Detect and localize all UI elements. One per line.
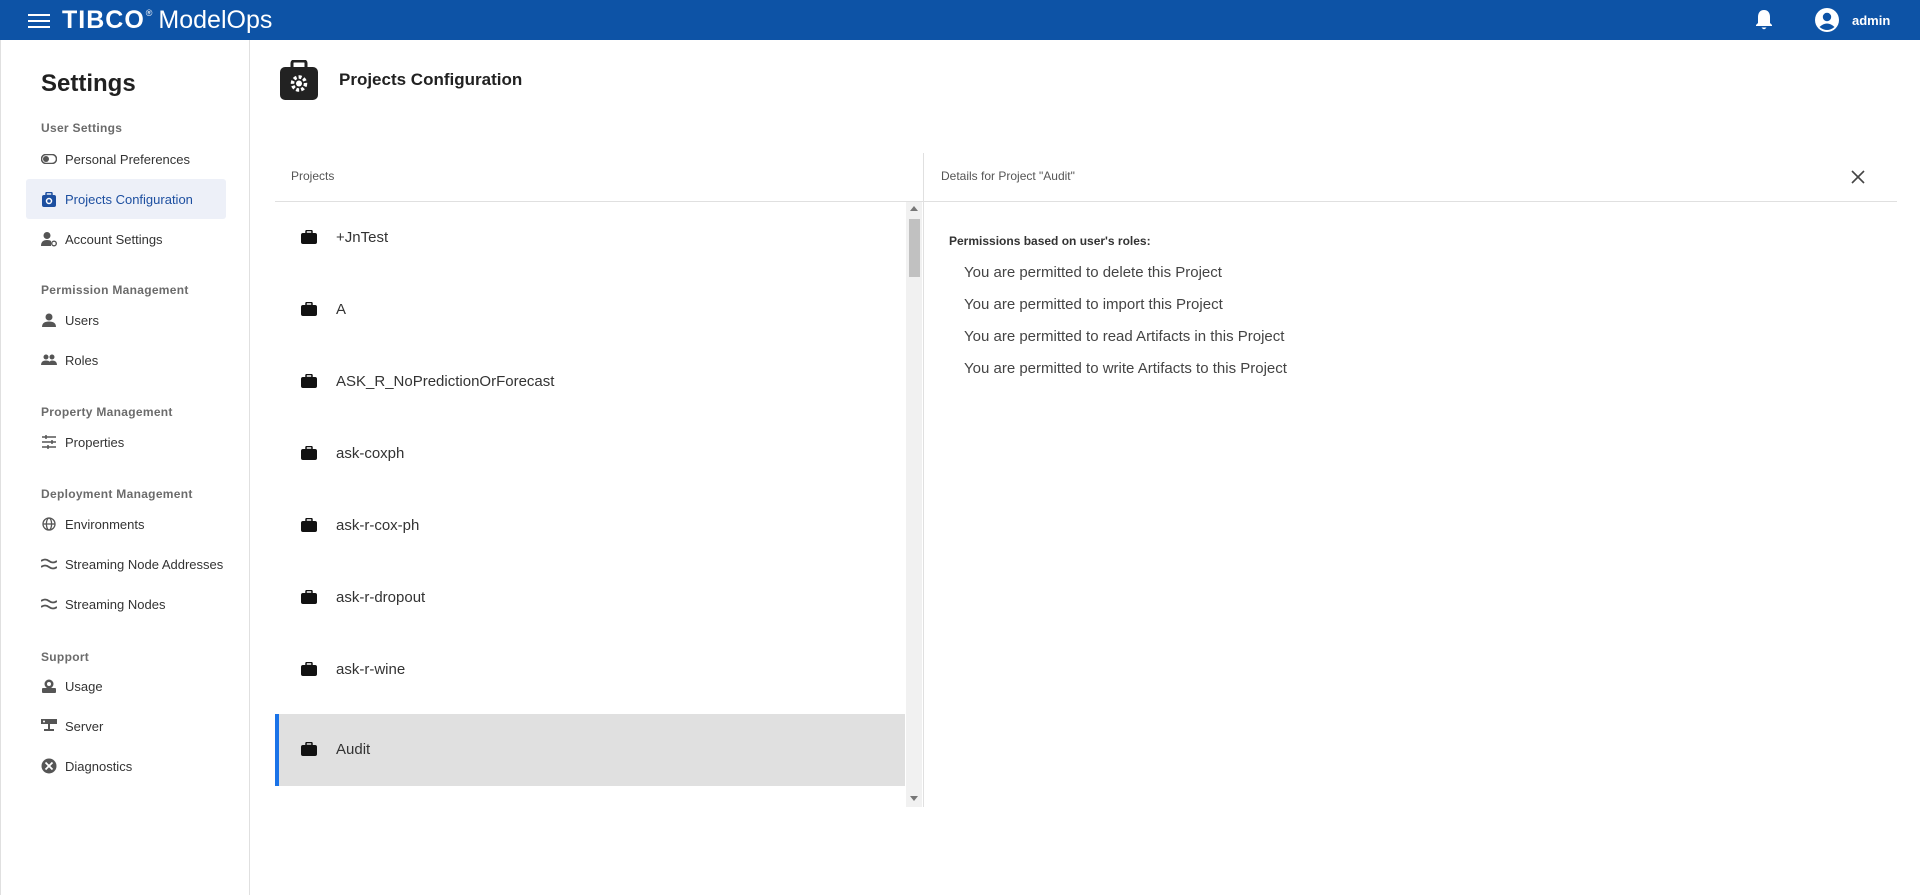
scroll-down-arrow-icon[interactable] [910,796,918,801]
briefcase-icon [301,230,317,244]
project-name: +JnTest [336,229,389,246]
sidebar-item-label: Roles [65,352,99,368]
sidebar-item-streaming-node-addresses[interactable]: Streaming Node Addresses [26,544,226,584]
notifications-bell-icon[interactable] [1754,9,1774,31]
sidebar-item-account-settings[interactable]: Account Settings [26,219,226,259]
project-row-selected[interactable]: Audit [275,714,905,786]
project-name: ASK_R_NoPredictionOrForecast [336,373,555,390]
pane-divider [923,153,924,807]
server-icon [41,718,57,734]
project-row[interactable]: ask-r-dropout [275,562,905,634]
details-pane-header: Details for Project "Audit" [924,153,1897,202]
settings-sidebar: Settings User Settings Personal Preferen… [0,40,250,895]
project-name: ask-coxph [336,445,405,462]
briefcase-icon [301,590,317,604]
scroll-up-arrow-icon[interactable] [910,206,918,211]
sidebar-item-label: Usage [65,678,103,694]
brand-registered-mark: ® [145,8,153,18]
project-name: Audit [336,741,371,758]
sidebar-item-roles[interactable]: Roles [26,340,226,380]
user-name: admin [1852,12,1891,28]
briefcase-icon [301,302,317,316]
sidebar-item-label: Projects Configuration [65,191,193,207]
details-header-label: Details for Project "Audit" [941,169,1075,183]
permissions-title: Permissions based on user's roles: [949,234,1151,248]
project-row[interactable]: +JnTest [275,202,905,274]
close-icon[interactable] [1850,169,1866,185]
diagnostics-icon [41,758,57,774]
sidebar-item-properties[interactable]: Properties [26,422,226,462]
brand-name: TIBCO [62,5,145,34]
project-row[interactable]: ask-coxph [275,418,905,490]
top-bar: TIBCO ® ModelOps admin [0,0,1920,40]
project-name: ask-r-wine [336,661,406,678]
project-row[interactable]: ask-r-cox-ph [275,490,905,562]
sidebar-item-streaming-nodes[interactable]: Streaming Nodes [26,584,226,624]
section-permission-management: Permission Management [41,283,189,297]
permission-item: You are permitted to read Artifacts in t… [964,328,1285,345]
sidebar-item-label: Account Settings [65,231,163,247]
project-row[interactable]: A [275,274,905,346]
user-menu[interactable]: admin [1814,7,1890,33]
sidebar-item-projects-configuration[interactable]: Projects Configuration [26,179,226,219]
permission-item: You are permitted to delete this Project [964,264,1222,281]
sidebar-item-label: Streaming Node Addresses [65,556,224,572]
sidebar-item-label: Users [65,312,99,328]
menu-icon[interactable] [28,11,50,29]
sidebar-item-label: Personal Preferences [65,151,191,167]
sidebar-title: Settings [41,70,136,97]
permission-item: You are permitted to write Artifacts to … [964,360,1287,377]
toggle-icon [41,151,57,167]
group-icon [41,352,57,368]
project-name: A [336,301,347,318]
briefcase-icon [301,742,317,756]
waves-icon [41,596,57,612]
page-title: Projects Configuration [339,70,523,89]
app-logo: TIBCO ® ModelOps [62,5,272,35]
waves-icon [41,556,57,572]
sidebar-item-environments[interactable]: Environments [26,504,226,544]
sidebar-item-label: Properties [65,434,125,450]
briefcase-icon [301,662,317,676]
projects-pane-header: Projects [275,153,923,202]
person-icon [41,312,57,328]
briefcase-icon [301,446,317,460]
usage-icon [41,678,57,694]
project-name: ask-r-cox-ph [336,517,420,534]
briefcase-icon [301,518,317,532]
sidebar-item-label: Diagnostics [65,758,133,774]
projects-scrollbar[interactable] [906,202,922,807]
section-user-settings: User Settings [41,121,123,135]
scrollbar-thumb[interactable] [909,219,920,277]
tune-icon [41,434,57,450]
section-deployment-management: Deployment Management [41,487,193,501]
sidebar-item-server[interactable]: Server [26,706,226,746]
section-property-management: Property Management [41,405,173,419]
account-circle-icon [1815,8,1839,32]
account-settings-icon [41,231,57,247]
globe-icon [41,516,57,532]
sidebar-item-usage[interactable]: Usage [26,666,226,706]
sidebar-item-label: Environments [65,516,145,532]
sidebar-item-users[interactable]: Users [26,300,226,340]
project-row[interactable]: ASK_R_NoPredictionOrForecast [275,346,905,418]
project-row[interactable]: ask-r-wine [275,634,905,706]
project-name: ask-r-dropout [336,589,426,606]
product-name: ModelOps [158,5,273,34]
section-support: Support [41,650,90,664]
sidebar-item-label: Streaming Nodes [65,596,166,612]
sidebar-item-diagnostics[interactable]: Diagnostics [26,746,226,786]
permission-item: You are permitted to import this Project [964,296,1223,313]
project-settings-icon [41,191,57,207]
projects-configuration-icon [280,60,318,100]
sidebar-item-personal-preferences[interactable]: Personal Preferences [26,139,226,179]
projects-header-label: Projects [291,169,335,183]
projects-list: +JnTest A ASK_R_NoPredictionOrForecast a… [275,202,905,786]
briefcase-icon [301,374,317,388]
sidebar-item-label: Server [65,718,104,734]
